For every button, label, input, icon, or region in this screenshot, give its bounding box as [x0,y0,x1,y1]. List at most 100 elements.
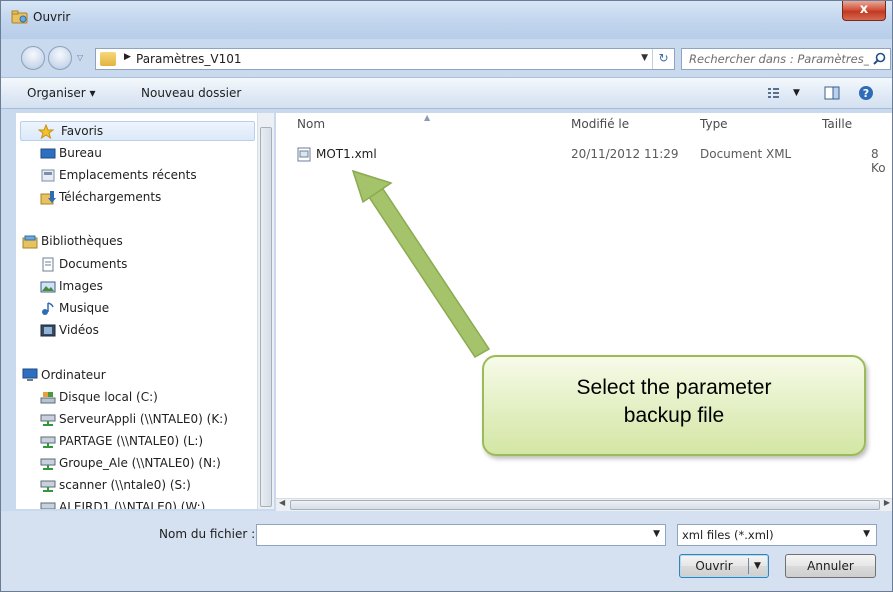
sidebar-item-label: scanner (\\ntale0) (S:) [59,478,191,492]
column-header-name[interactable]: Nom [297,117,325,131]
forward-button[interactable] [48,46,72,70]
navigation-bar: ▽ ▶ Paramètres_V101 ▼ ↻ Rechercher dans … [1,41,892,75]
sidebar-item-documents[interactable]: Documents [16,255,257,275]
sidebar-item-network-drive-l[interactable]: PARTAGE (\\NTALE0) (L:) [16,432,257,452]
help-icon[interactable]: ? [857,85,875,101]
open-button-label: Ouvrir [695,559,733,573]
svg-text:?: ? [863,87,869,100]
sidebar-group-libraries[interactable]: Bibliothèques [16,232,257,252]
sidebar-group-favorites[interactable]: Favoris [20,121,255,141]
network-drive-icon [40,502,56,509]
preview-pane-icon[interactable] [823,85,841,101]
sidebar-item-label: Musique [59,301,110,315]
sidebar-item-videos[interactable]: Vidéos [16,321,257,341]
column-header-size[interactable]: Taille [822,117,852,131]
title-bar[interactable]: Ouvrir x [1,1,892,39]
sidebar-item-music[interactable]: Musique [16,299,257,319]
downloads-icon [40,191,56,205]
videos-icon [40,324,56,337]
search-icon[interactable] [873,52,886,65]
organize-button[interactable]: Organiser ▾ [27,86,95,100]
sidebar-item-label: Groupe_Ale (\\NTALE0) (N:) [59,456,221,470]
breadcrumb-current-folder[interactable]: Paramètres_V101 [136,52,242,66]
star-icon [38,124,54,139]
network-drive-icon [40,414,56,426]
open-options-dropdown-icon[interactable]: ▼ [754,555,761,577]
sidebar-item-bureau[interactable]: Bureau [16,144,257,164]
sidebar-item-label: Téléchargements [59,190,162,204]
breadcrumb-arrow-icon[interactable]: ▶ [124,52,131,62]
network-drive-icon [40,480,56,492]
recent-pages-dropdown-icon[interactable]: ▽ [77,53,87,62]
back-button[interactable] [21,46,45,70]
sidebar-item-label: Images [59,279,103,293]
scroll-left-icon[interactable]: ◀ [279,498,285,507]
refresh-button[interactable]: ↻ [652,49,674,69]
window-title: Ouvrir [33,10,71,24]
sidebar-group-computer[interactable]: Ordinateur [16,366,257,386]
scrollbar-thumb[interactable] [260,127,272,507]
new-folder-button[interactable]: Nouveau dossier [141,86,241,100]
sidebar-group-label: Ordinateur [41,368,106,382]
dialog-footer: Nom du fichier : ▼ xml files (*.xml) ▼ O… [1,511,892,591]
sidebar-item-local-disk[interactable]: Disque local (C:) [16,388,257,408]
sidebar-item-label: Bureau [59,146,102,160]
sidebar-item-network-drive-s[interactable]: scanner (\\ntale0) (S:) [16,476,257,496]
sort-ascending-icon: ▲ [424,113,431,122]
documents-icon [42,257,54,272]
sidebar-item-network-drive-w[interactable]: ALEIRD1 (\\NTALE0) (W:) [16,498,257,509]
sidebar-item-label: ALEIRD1 (\\NTALE0) (W:) [59,500,206,509]
column-header-type[interactable]: Type [700,117,728,131]
music-icon [42,302,54,315]
sidebar-item-label: Emplacements récents [59,168,197,182]
network-drive-icon [40,458,56,470]
file-type-filter[interactable]: xml files (*.xml) ▼ [677,524,877,546]
filename-combobox[interactable]: ▼ [256,524,666,546]
split-divider [748,558,749,574]
refresh-icon: ↻ [658,51,669,65]
view-dropdown-icon[interactable]: ▼ [793,88,800,98]
sidebar-item-label: Disque local (C:) [59,390,158,404]
column-header-modified[interactable]: Modifié le [571,117,629,131]
command-toolbar: Organiser ▾ Nouveau dossier ▼ ? [1,77,892,109]
search-input[interactable]: Rechercher dans : Paramètres_... [689,52,869,66]
filename-label: Nom du fichier : [159,527,256,541]
scrollbar-thumb[interactable] [290,500,880,510]
xml-file-icon [297,147,311,162]
file-name[interactable]: MOT1.xml [316,147,377,161]
recent-places-icon [41,169,55,182]
filter-dropdown-icon[interactable]: ▼ [863,529,870,539]
navigation-pane-scrollbar[interactable] [257,113,274,509]
file-modified: 20/11/2012 11:29 [571,147,679,161]
network-drive-icon [40,436,56,448]
close-button[interactable]: x [842,1,886,21]
sidebar-item-label: Vidéos [59,323,99,337]
sidebar-item-label: Documents [59,257,128,271]
address-dropdown-icon[interactable]: ▼ [641,53,648,63]
file-type: Document XML [700,147,792,161]
desktop-icon [40,148,56,159]
open-button[interactable]: Ouvrir ▼ [679,554,769,578]
folder-icon [100,52,116,66]
sidebar-item-network-drive-k[interactable]: ServeurAppli (\\NTALE0) (K:) [16,410,257,430]
file-list-horizontal-scrollbar[interactable]: ◀ ▶ [276,498,892,511]
open-file-dialog: Ouvrir x ▽ ▶ Paramètres_V101 ▼ ↻ Recherc… [0,0,893,592]
filename-input[interactable] [261,526,641,544]
libraries-icon [22,235,38,249]
filename-dropdown-icon[interactable]: ▼ [653,529,660,539]
scroll-right-icon[interactable]: ▶ [884,498,890,507]
address-bar[interactable]: ▶ Paramètres_V101 ▼ ↻ [95,48,675,70]
sidebar-item-recent-places[interactable]: Emplacements récents [16,166,257,186]
sidebar-item-label: ServeurAppli (\\NTALE0) (K:) [59,412,228,426]
cancel-button[interactable]: Annuler [785,554,876,578]
sidebar-group-label: Favoris [61,124,104,138]
sidebar-item-downloads[interactable]: Téléchargements [16,188,257,208]
navigation-pane: Favoris Bureau Emplacements récents Télé… [16,113,257,509]
view-options-icon[interactable] [767,85,785,101]
sidebar-item-network-drive-n[interactable]: Groupe_Ale (\\NTALE0) (N:) [16,454,257,474]
sidebar-item-images[interactable]: Images [16,277,257,297]
callout-line-1: Select the parameter [576,376,772,399]
search-box[interactable]: Rechercher dans : Paramètres_... [681,48,891,70]
local-disk-icon [40,392,56,404]
instruction-callout: Select the parameter backup file [482,355,866,456]
